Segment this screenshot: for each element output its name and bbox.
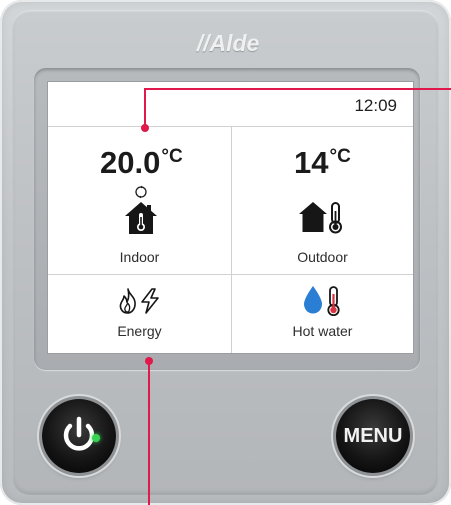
callout-line-top-vertical bbox=[144, 88, 146, 128]
outdoor-temperature: 14°C bbox=[294, 145, 351, 181]
energy-label: Energy bbox=[117, 323, 162, 339]
indoor-temp-value: 20.0 bbox=[100, 145, 161, 180]
water-drop-thermometer-icon bbox=[304, 286, 340, 316]
indoor-tile[interactable]: 20.0°C Indoor bbox=[48, 127, 231, 274]
indoor-temp-unit: °C bbox=[161, 146, 183, 167]
callout-line-bottom-vertical bbox=[148, 361, 150, 505]
indoor-label: Indoor bbox=[119, 249, 160, 265]
display-screen: 12:09 20.0°C Indoor 14°C Outdoor Energy … bbox=[48, 82, 413, 353]
house-thermometer-icon bbox=[125, 202, 157, 234]
menu-button-label: MENU bbox=[343, 425, 403, 447]
hot-water-tile[interactable]: Hot water bbox=[232, 275, 413, 353]
flame-bolt-icon bbox=[119, 288, 159, 314]
outdoor-label: Outdoor bbox=[297, 249, 348, 265]
sync-icon bbox=[135, 185, 147, 199]
brand-logo: //Alde bbox=[196, 30, 260, 56]
house-outdoor-thermometer-icon bbox=[299, 202, 342, 234]
thermostat-device: //Alde 12:09 20.0°C Indoor 14°C Outdoor … bbox=[0, 0, 451, 505]
power-status-led bbox=[92, 434, 100, 442]
menu-button[interactable]: MENU bbox=[336, 399, 410, 473]
outdoor-temp-unit: °C bbox=[329, 146, 351, 167]
outdoor-tile[interactable]: 14°C Outdoor bbox=[232, 127, 413, 274]
callout-line-top-horizontal bbox=[145, 88, 451, 90]
outdoor-temp-value: 14 bbox=[294, 145, 329, 180]
hot-water-label: Hot water bbox=[292, 323, 353, 339]
energy-tile[interactable]: Energy bbox=[48, 275, 231, 353]
indoor-temperature: 20.0°C bbox=[100, 145, 183, 181]
power-icon bbox=[63, 416, 95, 451]
power-button[interactable] bbox=[42, 399, 116, 473]
clock: 12:09 bbox=[354, 96, 397, 115]
callout-dot-top bbox=[141, 124, 149, 132]
